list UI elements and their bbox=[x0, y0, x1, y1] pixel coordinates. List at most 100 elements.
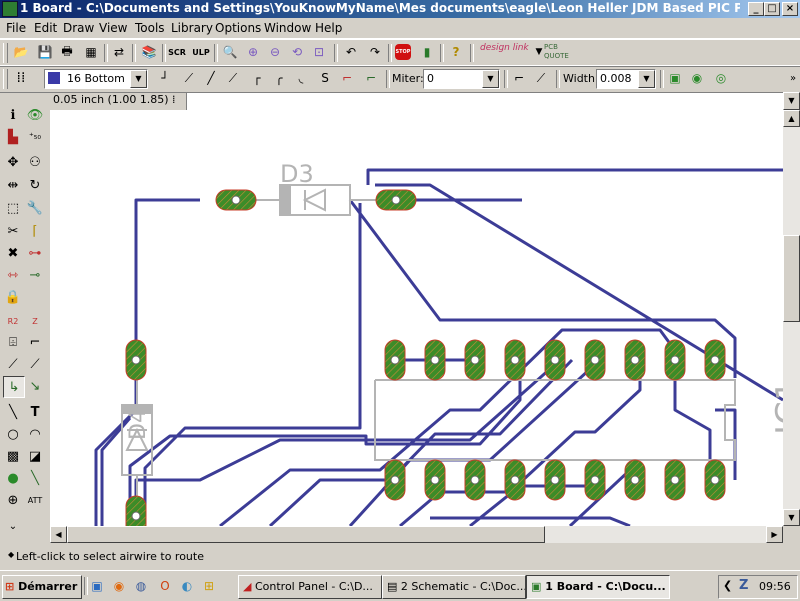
follow-me-b-icon[interactable]: ⌐ bbox=[362, 69, 380, 87]
delete-icon[interactable]: ✖ bbox=[3, 243, 23, 263]
via-octagon-icon[interactable]: ◎ bbox=[712, 69, 730, 87]
print-icon[interactable]: 🖶 bbox=[58, 43, 76, 61]
show-desktop-icon[interactable]: ▣ bbox=[88, 577, 106, 595]
bend-style-arc2-icon[interactable]: ◟ bbox=[292, 69, 310, 87]
bend-style-45-icon[interactable]: ⟋ bbox=[180, 69, 198, 87]
command-input[interactable] bbox=[186, 92, 789, 112]
board-canvas[interactable]: D3 D4 IC1 bbox=[50, 110, 783, 526]
zoom-select-icon[interactable]: ⊡ bbox=[310, 43, 328, 61]
ripup-icon[interactable]: ↘ bbox=[25, 376, 45, 396]
mark-icon[interactable]: ⁺₅₀ bbox=[25, 127, 45, 147]
switch-to-schematic-icon[interactable]: ⇄ bbox=[110, 43, 128, 61]
menu-options[interactable]: Options bbox=[215, 21, 261, 35]
script-icon[interactable]: SCR bbox=[168, 43, 186, 61]
undo-icon[interactable]: ↶ bbox=[342, 43, 360, 61]
display-layers-icon[interactable]: ▙ bbox=[3, 127, 23, 147]
add-icon[interactable]: ⊶ bbox=[25, 243, 45, 263]
signal-icon[interactable]: ╲ bbox=[25, 468, 45, 488]
menu-tools[interactable]: Tools bbox=[135, 21, 165, 35]
chevron-down-icon[interactable]: ▼ bbox=[130, 70, 147, 88]
smash-icon[interactable]: ⌹ bbox=[3, 332, 23, 352]
rotate-icon[interactable]: ↻ bbox=[25, 175, 45, 195]
bend-style-arc-icon[interactable]: ╭ bbox=[270, 69, 288, 87]
show-eye-icon[interactable]: 👁 bbox=[25, 105, 45, 125]
cut-icon[interactable]: ✂ bbox=[3, 221, 23, 241]
via-icon[interactable]: ● bbox=[3, 468, 23, 488]
design-link-logo[interactable]: design link bbox=[480, 43, 530, 63]
hole-icon[interactable]: ⊕ bbox=[3, 490, 23, 510]
stop-icon[interactable]: STOP bbox=[394, 43, 412, 61]
group-icon[interactable]: ⬚ bbox=[3, 198, 23, 218]
chevron-down-icon[interactable]: ▼ bbox=[482, 70, 499, 88]
miter-select[interactable]: 0 ▼ bbox=[423, 69, 500, 89]
pad[interactable] bbox=[125, 495, 147, 526]
paste-icon[interactable]: ⌈ bbox=[25, 221, 45, 241]
title-bar[interactable]: 1 Board - C:\Documents and Settings\YouK… bbox=[0, 0, 800, 18]
replace-icon[interactable]: ⇿ bbox=[3, 265, 23, 285]
zoom-fit-icon[interactable]: 🔍 bbox=[221, 43, 239, 61]
split-icon[interactable]: ⟋ bbox=[3, 354, 23, 374]
route-icon[interactable]: ↳ bbox=[3, 376, 25, 398]
board-drawing[interactable]: D3 D4 IC1 bbox=[50, 110, 783, 526]
grid-icon[interactable]: ⁞⁞ bbox=[12, 69, 30, 87]
menu-file[interactable]: File bbox=[6, 21, 26, 35]
chevron-down-icon[interactable]: ▼ bbox=[638, 70, 655, 88]
task-schematic[interactable]: ▤ 2 Schematic - C:\Doc... bbox=[382, 575, 526, 599]
vertical-scrollbar[interactable]: ▲ ▼ bbox=[783, 110, 800, 526]
tray-z-icon[interactable]: Z bbox=[739, 578, 748, 593]
redraw-icon[interactable]: ⟲ bbox=[288, 43, 306, 61]
circle-icon[interactable]: ○ bbox=[3, 424, 23, 444]
move-icon[interactable]: ✥ bbox=[3, 152, 23, 172]
arc-icon[interactable]: ◠ bbox=[25, 424, 45, 444]
close-button[interactable]: × bbox=[782, 2, 798, 16]
via-round-icon[interactable]: ◉ bbox=[688, 69, 706, 87]
wire-icon[interactable]: ╲ bbox=[3, 402, 23, 422]
zoom-in-icon[interactable]: ⊕ bbox=[244, 43, 262, 61]
scroll-left-icon[interactable]: ◀ bbox=[50, 526, 67, 543]
lock-part-icon[interactable]: ⊸ bbox=[25, 265, 45, 285]
bend-style-90-icon[interactable]: ┘ bbox=[156, 69, 174, 87]
lock-icon[interactable]: 🔒 bbox=[3, 287, 23, 307]
open-icon[interactable]: 📂 bbox=[12, 43, 30, 61]
follow-me-icon[interactable]: ⌐ bbox=[338, 69, 356, 87]
toolbar-grip[interactable] bbox=[3, 69, 8, 89]
bend-style-90b-icon[interactable]: ┌ bbox=[248, 69, 266, 87]
toolbar-overflow-icon[interactable]: » bbox=[784, 69, 800, 87]
minimize-button[interactable]: _ bbox=[748, 2, 764, 16]
bend-style-free-icon[interactable]: S bbox=[316, 69, 334, 87]
attribute-icon[interactable]: ATT bbox=[25, 490, 45, 510]
width-select[interactable]: 0.008 ▼ bbox=[596, 69, 656, 89]
text-icon[interactable]: T bbox=[25, 402, 45, 422]
maximize-button[interactable]: □ bbox=[764, 2, 780, 16]
scroll-up-icon[interactable]: ▲ bbox=[783, 110, 800, 127]
use-library-icon[interactable]: 📚 bbox=[140, 43, 158, 61]
menu-help[interactable]: Help bbox=[315, 21, 342, 35]
tray-chevron-icon[interactable]: ❮ bbox=[723, 579, 732, 592]
scroll-right-icon[interactable]: ▶ bbox=[766, 526, 783, 543]
windows-icon[interactable]: ⊞ bbox=[200, 577, 218, 595]
vertical-scroll-thumb[interactable] bbox=[783, 235, 800, 322]
zoom-out-icon[interactable]: ⊖ bbox=[266, 43, 284, 61]
polygon-icon[interactable]: ◪ bbox=[25, 446, 45, 466]
media-icon[interactable]: ◐ bbox=[178, 577, 196, 595]
scroll-down-icon[interactable]: ▼ bbox=[783, 509, 800, 526]
mirror-icon[interactable]: ⇹ bbox=[3, 175, 23, 195]
miter-straight-icon[interactable]: ⟋ bbox=[532, 69, 550, 87]
via-square-icon[interactable]: ▣ bbox=[666, 69, 684, 87]
name-icon[interactable]: R2 bbox=[3, 311, 23, 331]
start-button[interactable]: ⊞ Démarrer bbox=[2, 575, 82, 599]
miter-round-icon[interactable]: ⌐ bbox=[510, 69, 528, 87]
firefox-icon[interactable]: ◉ bbox=[110, 577, 128, 595]
menu-edit[interactable]: Edit bbox=[34, 21, 57, 35]
horizontal-scroll-thumb[interactable] bbox=[67, 526, 545, 543]
command-history-dropdown[interactable]: ▼ bbox=[783, 92, 800, 110]
cam-processor-icon[interactable]: ▦ bbox=[82, 43, 100, 61]
copy-icon[interactable]: ⚇ bbox=[25, 152, 45, 172]
layer-select[interactable]: 16 Bottom ▼ bbox=[44, 69, 148, 89]
more-tools-chevron-icon[interactable]: ⌄ bbox=[3, 516, 23, 536]
bend-style-45b-icon[interactable]: ⟋ bbox=[224, 69, 242, 87]
redo-icon[interactable]: ↷ bbox=[366, 43, 384, 61]
info-icon[interactable]: ℹ bbox=[3, 105, 23, 125]
command-grip-icon[interactable]: ⁞ bbox=[172, 92, 182, 108]
rect-icon[interactable]: ▩ bbox=[3, 446, 23, 466]
